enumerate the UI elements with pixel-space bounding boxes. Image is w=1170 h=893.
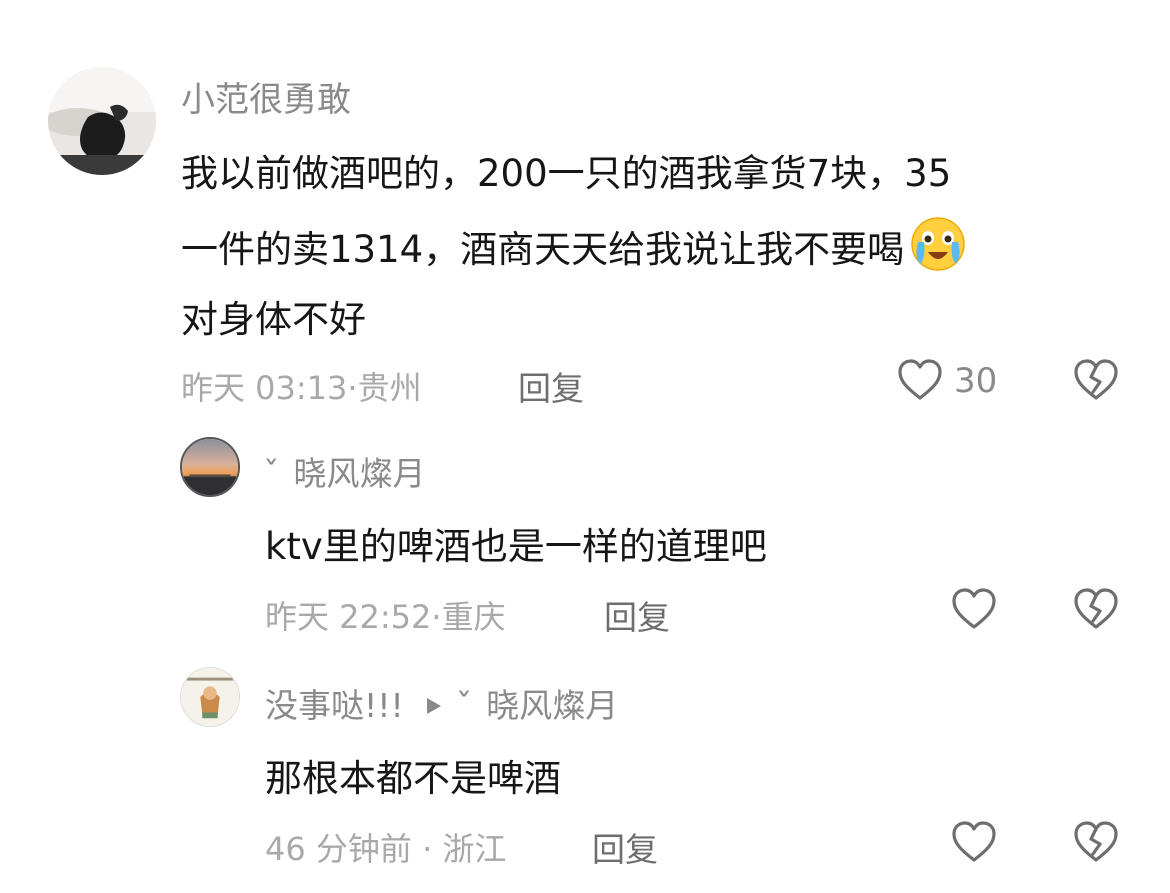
avatar[interactable] bbox=[180, 437, 240, 497]
crying-emoji-icon bbox=[910, 216, 966, 272]
comment-text-line: 对身体不好 bbox=[181, 298, 366, 341]
comment-time-location: 昨天 03:13·贵州 bbox=[181, 369, 422, 407]
avatar[interactable] bbox=[48, 67, 156, 175]
avatar[interactable] bbox=[180, 667, 240, 727]
heart-icon[interactable] bbox=[897, 358, 943, 402]
reply-author[interactable]: ˇ 晓风燦月 bbox=[263, 447, 426, 495]
reply-time-location: 昨天 22:52·重庆 bbox=[265, 598, 506, 636]
author-prefix: ˇ bbox=[263, 454, 280, 493]
reply-button[interactable]: 回复 bbox=[518, 362, 584, 410]
reply-time-location: 46 分钟前 · 浙江 bbox=[265, 830, 507, 868]
broken-heart-icon[interactable] bbox=[1073, 587, 1119, 631]
heart-icon[interactable] bbox=[951, 587, 997, 631]
comment-author[interactable]: 小范很勇敢 bbox=[181, 72, 351, 121]
author-name: 晓风燦月 bbox=[293, 454, 426, 493]
comment-text-fragment: 一件的卖1314，酒商天天给我说让我不要喝 bbox=[181, 228, 905, 271]
play-arrow-icon bbox=[426, 684, 442, 723]
reply-button[interactable]: 回复 bbox=[604, 591, 670, 639]
reply-text: ktv里的啤酒也是一样的道理吧 bbox=[265, 525, 767, 568]
reply-to-prefix: ˇ bbox=[455, 686, 473, 725]
reply-button[interactable]: 回复 bbox=[592, 823, 658, 871]
comment-text-line: 我以前做酒吧的，200一只的酒我拿货7块，35 bbox=[181, 152, 952, 195]
reply-author[interactable]: 没事哒!!! ˇ 晓风燦月 bbox=[265, 679, 618, 727]
comment-text-line: 一件的卖1314，酒商天天给我说让我不要喝 bbox=[181, 216, 966, 273]
reply-to-name[interactable]: 晓风燦月 bbox=[486, 686, 618, 725]
reply-text: 那根本都不是啤酒 bbox=[265, 757, 561, 800]
like-count: 30 bbox=[954, 361, 998, 401]
author-name: 没事哒!!! bbox=[265, 686, 404, 725]
broken-heart-icon[interactable] bbox=[1073, 820, 1119, 864]
heart-icon[interactable] bbox=[951, 820, 997, 864]
broken-heart-icon[interactable] bbox=[1073, 358, 1119, 402]
